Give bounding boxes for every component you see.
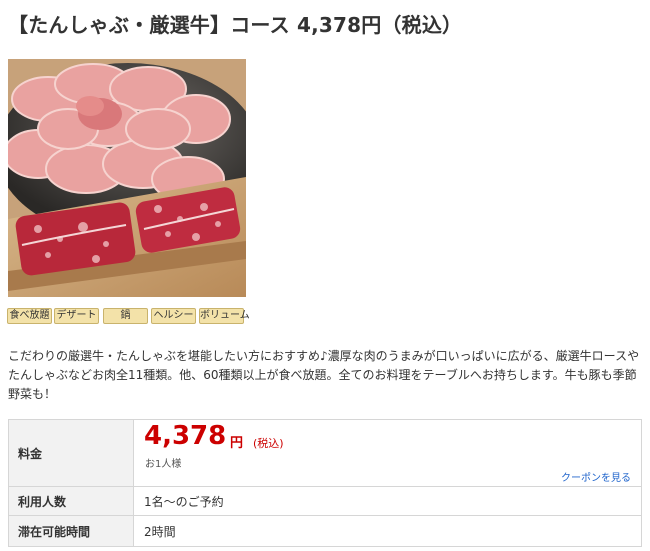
tag-all-you-can-eat: 食べ放題 <box>7 308 52 324</box>
course-photo <box>8 59 246 297</box>
course-info-table: 料金 4,378 円 (税込) お1人様 クーポンを見る 利用人数 1名～のご予… <box>8 419 642 547</box>
price-tax-note: (税込) <box>253 437 284 450</box>
tag-healthy: ヘルシー <box>151 308 196 324</box>
view-coupon-link[interactable]: クーポンを見る <box>561 469 631 484</box>
price-cell: 4,378 円 (税込) お1人様 クーポンを見る <box>133 419 642 487</box>
tag-dessert: デザート <box>54 308 99 324</box>
stay-value: 2時間 <box>133 515 642 547</box>
people-value: 1名～のご予約 <box>133 486 642 516</box>
course-photo-image <box>8 59 246 297</box>
stay-label: 滞在可能時間 <box>8 515 134 547</box>
people-label: 利用人数 <box>8 486 134 516</box>
course-title: 【たんしゃぶ・厳選牛】コース 4,378円（税込） <box>8 13 463 37</box>
stay-row: 滞在可能時間 2時間 <box>8 515 642 547</box>
tag-hotpot: 鍋 <box>103 308 148 324</box>
course-description: こだわりの厳選牛・たんしゃぶを堪能したい方におすすめ♪濃厚な肉のうまみが口いっぱ… <box>8 349 640 401</box>
people-row: 利用人数 1名～のご予約 <box>8 486 642 516</box>
price-label: 料金 <box>8 419 134 487</box>
price-amount: 4,378 <box>144 421 227 451</box>
price-row: 料金 4,378 円 (税込) お1人様 クーポンを見る <box>8 419 642 487</box>
price-unit: 円 <box>230 436 244 451</box>
tag-volume: ボリューム <box>199 308 250 324</box>
price-per-person: お1人様 <box>145 459 182 470</box>
